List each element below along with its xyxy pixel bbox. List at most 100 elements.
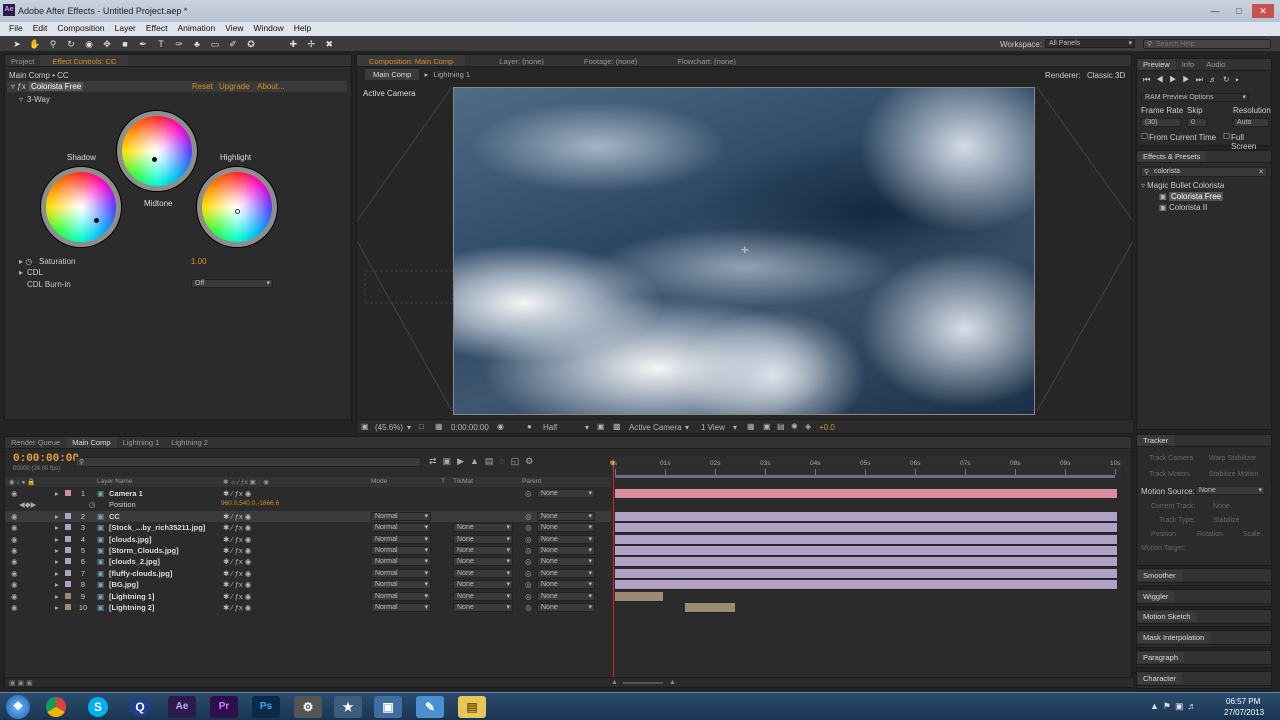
flowchart-icon[interactable]: ✺: [791, 422, 798, 431]
visibility-eye-icon[interactable]: ◉: [11, 512, 18, 521]
rectangle-tool-icon[interactable]: ■: [118, 37, 132, 51]
tab-lightning-2[interactable]: Lightning 2: [165, 437, 214, 448]
layer-row[interactable]: ◉ ▸ 8 ▣ [BG.jpg] ✱ ∕ ƒx ◉ Normal ▾ None ▾ ◎ None ▾: [5, 579, 611, 590]
current-track-value[interactable]: None: [1213, 503, 1230, 510]
saturation-toggle-icon[interactable]: ▸ ◷: [19, 257, 32, 266]
track-type-value[interactable]: Stabilize: [1213, 517, 1239, 524]
effect-name[interactable]: Colorista Free: [29, 82, 84, 91]
zoom-out-icon[interactable]: ▲: [611, 679, 618, 686]
layer-switches[interactable]: ✱ ∕ ƒx ◉: [223, 603, 251, 612]
audio-icon[interactable]: ♬: [1209, 75, 1223, 84]
layer-mode-select[interactable]: Normal ▾: [371, 511, 431, 521]
search-help-input[interactable]: [1156, 40, 1266, 48]
resolution-value[interactable]: Half: [543, 423, 557, 432]
layer-row[interactable]: ◉ ▸ 10 ▣ [Lightning 2] ✱ ∕ ƒx ◉ Normal ▾ None ▾ ◎ N…: [5, 602, 611, 613]
layer-trkmat-select[interactable]: None ▾: [453, 534, 513, 544]
property-value[interactable]: 960.0,540.0,-1866.6: [221, 500, 279, 507]
layer-row[interactable]: ◉ ▸ 1 ▣ Camera 1 ✱ ∕ ƒx ◉ ◎ None ▾: [5, 488, 611, 499]
tab-layer[interactable]: Layer: (none): [493, 56, 550, 66]
label-color-swatch[interactable]: [65, 604, 71, 610]
photoshop-icon[interactable]: Ps: [252, 696, 280, 718]
layer-duration-bar[interactable]: [615, 580, 1117, 591]
tab-footage[interactable]: Footage: (none): [578, 56, 643, 66]
effect-item-colorista-free[interactable]: Colorista Free: [1169, 192, 1224, 201]
clock-time[interactable]: 06:57 PM: [1226, 697, 1260, 706]
keyframe-nav-icon[interactable]: ◀◆▶: [19, 500, 36, 509]
menu-effect[interactable]: Effect: [141, 22, 173, 34]
premiere-icon[interactable]: Pr: [210, 696, 238, 718]
zoom-slider[interactable]: [623, 682, 663, 684]
tab-project[interactable]: Project: [5, 56, 40, 66]
layer-duration-bar[interactable]: [615, 511, 1117, 522]
saturation-value[interactable]: 1.00: [191, 257, 207, 266]
visibility-eye-icon[interactable]: ◉: [11, 580, 18, 589]
cdl-burnin-select[interactable]: Off ▾: [191, 279, 273, 288]
prev-frame-icon[interactable]: ◀: [1156, 75, 1169, 84]
region-of-interest-icon[interactable]: ▣: [597, 422, 605, 431]
col-layer-name[interactable]: Layer Name: [97, 478, 132, 485]
tool-app-icon[interactable]: ★: [334, 696, 362, 718]
camera-view-value[interactable]: Active Camera: [629, 423, 681, 432]
layer-name[interactable]: [clouds.jpg]: [109, 535, 152, 544]
cdl-label[interactable]: CDL: [27, 268, 43, 277]
timeline-icon[interactable]: ▤: [777, 422, 785, 431]
layer-mode-select[interactable]: Normal ▾: [371, 557, 431, 567]
layer-name[interactable]: CC: [109, 512, 120, 521]
minimize-icon[interactable]: —: [1204, 4, 1226, 18]
stabilize-motion-button[interactable]: Stabilize Motion: [1209, 471, 1258, 478]
motion-source-select[interactable]: None ▾: [1195, 486, 1265, 495]
clone-stamp-tool-icon[interactable]: ♣: [190, 37, 204, 51]
layer-parent-select[interactable]: None ▾: [537, 546, 595, 555]
layer-name[interactable]: [Lightning 2]: [109, 603, 154, 612]
layer-mode-select[interactable]: Normal ▾: [371, 603, 431, 612]
layer-parent-select[interactable]: None ▾: [537, 511, 595, 521]
pick-whip-icon[interactable]: ◎: [525, 569, 532, 578]
pen-tool-icon[interactable]: ✒: [136, 37, 150, 51]
close-icon[interactable]: ✕: [1252, 4, 1274, 18]
layer-switches[interactable]: ✱ ∕ ƒx ◉: [223, 523, 251, 532]
label-color-swatch[interactable]: [65, 592, 71, 599]
layer-switches[interactable]: ✱ ∕ ƒx ◉: [223, 535, 251, 544]
tab-composition[interactable]: Composition: Main Comp: [357, 55, 466, 66]
layer-duration-bar[interactable]: [615, 534, 1117, 545]
menu-view[interactable]: View: [220, 22, 248, 34]
track-motion-button[interactable]: Track Motion: [1149, 471, 1189, 478]
layer-switches-toggle-icon[interactable]: ▣ ▣ ▣: [9, 679, 33, 687]
expand-arrow-icon[interactable]: ▸: [55, 592, 59, 601]
side-panel-tab[interactable]: Paragraph: [1137, 652, 1185, 664]
warp-stabilizer-button[interactable]: Warp Stabilizer: [1209, 455, 1256, 462]
ram-preview-options-select[interactable]: RAM Preview Options ▾: [1141, 93, 1249, 102]
next-frame-icon[interactable]: ▶: [1182, 75, 1195, 84]
label-color-swatch[interactable]: [65, 524, 71, 531]
nav-lightning-1[interactable]: Lightning 1: [433, 70, 470, 79]
layer-parent-select[interactable]: None ▾: [537, 580, 595, 590]
tab-audio[interactable]: Audio: [1200, 59, 1231, 70]
expand-arrow-icon[interactable]: ▸: [55, 512, 59, 521]
zoom-value[interactable]: (45.6%): [375, 423, 403, 432]
loop-icon[interactable]: ↻: [1223, 75, 1236, 84]
layer-row[interactable]: ◉ ▸ 5 ▣ [Storm_Clouds.jpg] ✱ ∕ ƒx ◉ Normal ▾ Non…: [5, 545, 611, 556]
layer-row[interactable]: ◉ ▸ 2 ▣ CC ✱ ∕ ƒx ◉ Normal ▾ ◎ None ▾: [5, 510, 611, 522]
layer-duration-bar[interactable]: [615, 591, 663, 602]
layer-row[interactable]: ◉ ▸ 4 ▣ [clouds.jpg] ✱ ∕ ƒx ◉ Normal ▾ None ▾ ◎ Non…: [5, 534, 611, 545]
motion-blur-icon[interactable]: ◌: [499, 456, 510, 466]
label-color-swatch[interactable]: [65, 569, 71, 576]
tab-preview[interactable]: Preview: [1137, 59, 1176, 70]
layer-mode-select[interactable]: Normal ▾: [371, 580, 431, 590]
about-link[interactable]: About...: [257, 82, 285, 91]
layer-duration-bar[interactable]: [615, 489, 1117, 499]
visibility-eye-icon[interactable]: ◉: [11, 569, 18, 578]
upgrade-link[interactable]: Upgrade: [219, 82, 250, 91]
maximize-icon[interactable]: □: [1228, 4, 1250, 18]
layer-duration-bar[interactable]: [685, 603, 735, 613]
shadow-wheel-handle[interactable]: [94, 218, 99, 223]
tab-tracker[interactable]: Tracker: [1137, 435, 1175, 446]
group-toggle-icon[interactable]: ▿: [19, 95, 23, 104]
roto-brush-tool-icon[interactable]: ✐: [226, 37, 240, 51]
effect-item-colorista-ii[interactable]: Colorista II: [1169, 203, 1207, 212]
quicktime-icon[interactable]: Q: [130, 697, 150, 717]
timeline-search-field[interactable]: ⚲: [75, 457, 421, 467]
menu-window[interactable]: Window: [249, 22, 289, 34]
visibility-eye-icon[interactable]: ◉: [11, 546, 18, 555]
layer-parent-select[interactable]: None ▾: [537, 568, 595, 578]
